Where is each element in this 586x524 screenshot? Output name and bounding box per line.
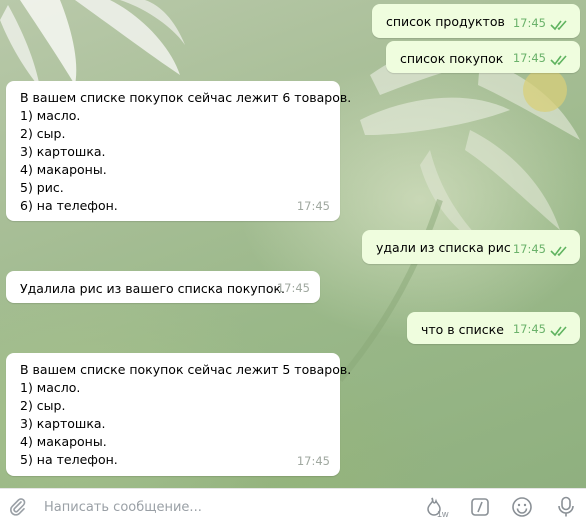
message-line: 1) масло. xyxy=(20,380,81,395)
message-bubble-outgoing[interactable]: удали из списка рис 17:45 xyxy=(362,230,580,264)
message-line: 5) на телефон. xyxy=(20,452,118,467)
double-check-icon xyxy=(550,246,567,257)
message-input[interactable] xyxy=(38,489,398,524)
message-time: 17:45 xyxy=(296,454,330,468)
message-bubble-incoming[interactable]: В вашем списке покупок сейчас лежит 5 то… xyxy=(6,353,352,476)
message-text: что в списке xyxy=(421,322,504,337)
message-text: список продуктов xyxy=(386,14,505,29)
double-check-icon xyxy=(550,55,567,66)
message-time: 17:45 xyxy=(512,16,546,30)
message-line: 2) сыр. xyxy=(20,126,66,141)
message-line: 1) масло. xyxy=(20,108,81,123)
smiley-icon[interactable] xyxy=(510,495,534,519)
message-text: список покупок xyxy=(400,51,504,66)
slash-commands-icon[interactable] xyxy=(468,495,492,519)
fire-timer-icon[interactable]: 1w xyxy=(424,495,450,519)
message-text: Удалила рис из вашего списка покупок. xyxy=(20,281,285,296)
message-line: 4) макароны. xyxy=(20,162,107,177)
message-time: 17:45 xyxy=(296,199,330,213)
message-time: 17:45 xyxy=(512,242,546,256)
message-line: В вашем списке покупок сейчас лежит 6 то… xyxy=(20,90,352,105)
message-bubble-outgoing[interactable]: список покупок 17:45 xyxy=(386,41,580,73)
message-bubble-incoming[interactable]: Удалила рис из вашего списка покупок. 17… xyxy=(6,271,320,303)
paperclip-icon[interactable] xyxy=(6,495,30,519)
double-check-icon xyxy=(550,326,567,337)
timer-badge: 1w xyxy=(437,509,449,519)
microphone-icon[interactable] xyxy=(554,495,578,519)
message-bubble-incoming[interactable]: В вашем списке покупок сейчас лежит 6 то… xyxy=(6,81,352,221)
message-line: 4) макароны. xyxy=(20,434,107,449)
message-text: удали из списка рис xyxy=(376,240,511,255)
message-line: 2) сыр. xyxy=(20,398,66,413)
message-line: 5) рис. xyxy=(20,180,64,195)
message-time: 17:45 xyxy=(276,281,310,295)
message-bubble-outgoing[interactable]: что в списке 17:45 xyxy=(407,312,580,344)
message-line: 3) картошка. xyxy=(20,144,106,159)
message-line: В вашем списке покупок сейчас лежит 5 то… xyxy=(20,362,352,377)
message-bubble-outgoing[interactable]: список продуктов 17:45 xyxy=(372,4,580,38)
message-line: 3) картошка. xyxy=(20,416,106,431)
message-line: 6) на телефон. xyxy=(20,198,118,213)
double-check-icon xyxy=(550,20,567,31)
message-time: 17:45 xyxy=(512,322,546,336)
message-composer: 1w xyxy=(0,488,586,524)
message-time: 17:45 xyxy=(512,51,546,65)
